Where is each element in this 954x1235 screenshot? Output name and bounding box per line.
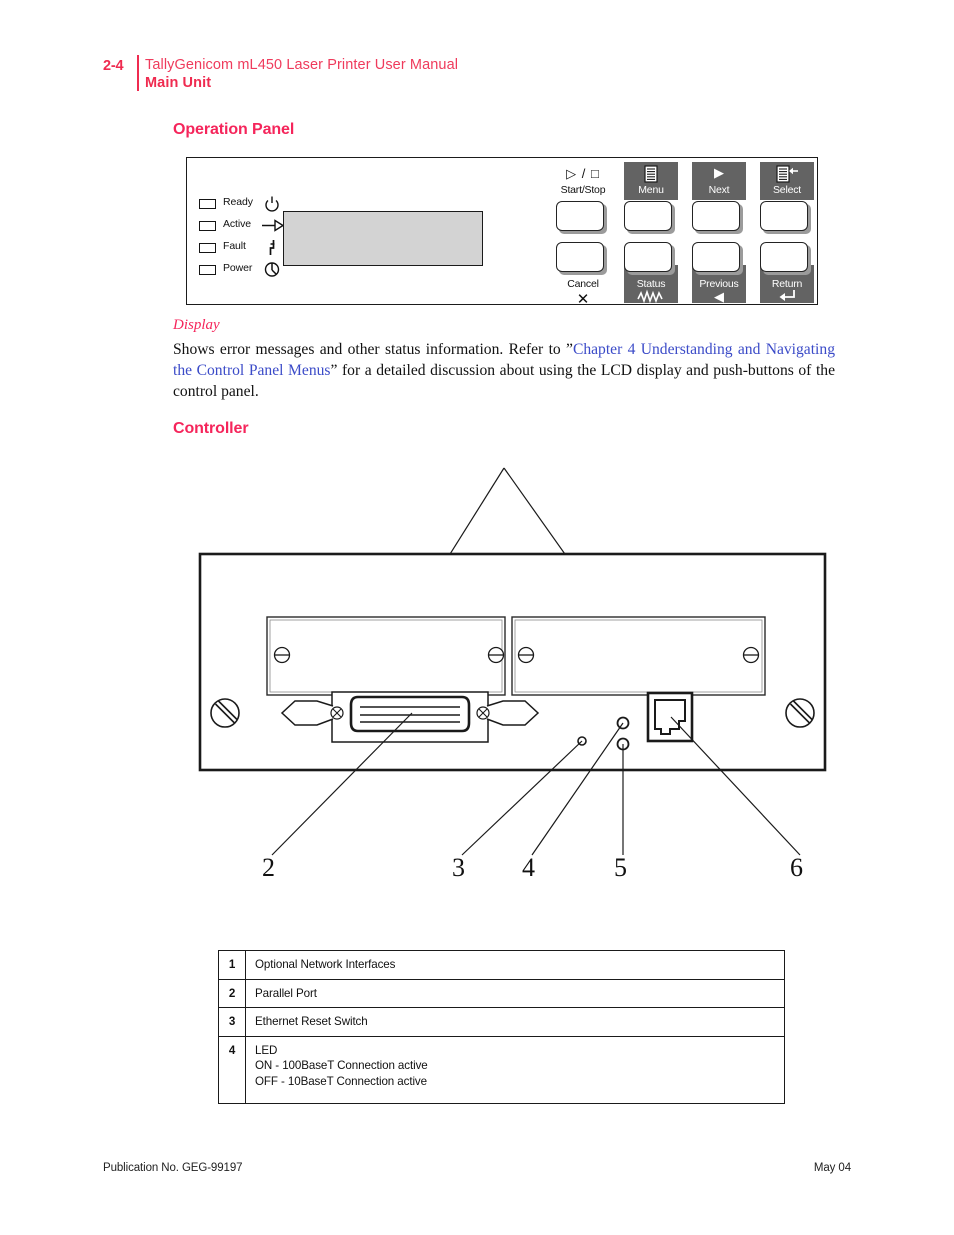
legend-number: 4 — [218, 1035, 246, 1104]
parts-legend-table: 1 Optional Network Interfaces 2 Parallel… — [218, 950, 785, 1104]
key-label-cancel: Cancel — [567, 278, 599, 290]
key-column-3: ▶ Next Previous ◀ — [692, 162, 746, 304]
table-row: 4 LED ON - 100BaseT Connection active OF… — [218, 1035, 785, 1104]
paragraph-text-lead: Shows error messages and other status in… — [173, 341, 573, 358]
key-button-status[interactable] — [624, 242, 672, 272]
led-label: Active — [223, 218, 251, 230]
menu-list-icon — [624, 165, 678, 185]
legend-description: Optional Network Interfaces — [245, 950, 785, 980]
play-stop-glyph: ▷ / □ — [566, 166, 600, 181]
led-lamp-box — [199, 265, 216, 275]
play-stop-icon: ▷ / □ — [556, 165, 610, 185]
key-label-next: Next — [708, 184, 730, 196]
network-interface-slot-right — [511, 616, 766, 696]
key-button-start-stop[interactable] — [556, 201, 604, 231]
thumbscrew-right — [785, 698, 815, 728]
key-label-select: Select — [773, 184, 801, 196]
table-row: 1 Optional Network Interfaces — [218, 950, 785, 980]
manual-title: TallyGenicom mL450 Laser Printer User Ma… — [145, 57, 459, 73]
operation-panel-figure: Ready Active Fault Power ▷ / □ Start/Sto… — [186, 157, 818, 308]
table-row: 3 Ethernet Reset Switch — [218, 1007, 785, 1037]
display-description-paragraph: Shows error messages and other status in… — [173, 339, 835, 402]
waveform-icon — [624, 289, 678, 309]
legend-description: LED ON - 100BaseT Connection active OFF … — [245, 1035, 785, 1104]
cross-icon: ✕ — [556, 290, 610, 310]
key-column-1: ▷ / □ Start/Stop Cancel ✕ — [556, 162, 610, 308]
callout-number-6: 6 — [790, 853, 803, 882]
thumbscrew-left — [210, 698, 240, 728]
manual-subtitle: Main Unit — [145, 75, 212, 91]
legend-number: 1 — [218, 950, 246, 980]
play-right-glyph: ▶ — [714, 165, 724, 180]
header-divider-rule — [137, 55, 139, 91]
key-label-menu: Menu — [638, 184, 664, 196]
key-label-start-stop: Start/Stop — [560, 184, 606, 196]
led-lamp-box — [199, 221, 216, 231]
page-number: 2-4 — [103, 58, 124, 74]
legend-number: 3 — [218, 1007, 246, 1037]
page-header: 2-4 TallyGenicom mL450 Laser Printer Use… — [103, 55, 863, 99]
enter-arrow-icon — [760, 288, 814, 308]
network-interface-slot-left — [266, 616, 506, 696]
section-heading-operation-panel: Operation Panel — [173, 121, 295, 138]
callout-number-2: 2 — [262, 853, 275, 882]
table-row: 2 Parallel Port — [218, 978, 785, 1008]
callout-number-3: 3 — [452, 853, 465, 882]
led-label: Fault — [223, 240, 246, 252]
select-list-arrow-icon — [760, 165, 814, 185]
section-heading-controller: Controller — [173, 420, 249, 437]
callout-number-4: 4 — [522, 853, 535, 882]
controller-figure: 2 3 4 5 6 — [190, 455, 835, 910]
control-button-cluster: ▷ / □ Start/Stop Cancel ✕ Menu Status ▶ … — [556, 162, 814, 308]
footer-publication-number: Publication No. GEG-99197 — [103, 1162, 243, 1174]
play-left-glyph: ◀ — [714, 289, 724, 304]
key-button-cancel[interactable] — [556, 242, 604, 272]
footer-date: May 04 — [813, 1162, 851, 1174]
callout-number-5: 5 — [614, 853, 627, 882]
key-button-menu[interactable] — [624, 201, 672, 231]
led-lamp-box — [199, 243, 216, 253]
key-button-previous[interactable] — [692, 242, 740, 272]
key-button-return[interactable] — [760, 242, 808, 272]
led-label: Power — [223, 262, 253, 274]
legend-number: 2 — [218, 978, 246, 1008]
key-column-2: Menu Status — [624, 162, 678, 304]
key-column-4: Select Return — [760, 162, 814, 303]
play-right-icon: ▶ — [692, 164, 746, 184]
legend-description: Parallel Port — [245, 978, 785, 1008]
rj45-ethernet-jack — [646, 691, 694, 743]
led-label: Ready — [223, 196, 253, 208]
subsection-heading-display: Display — [173, 317, 220, 333]
cross-glyph: ✕ — [576, 291, 590, 308]
led-lamp-box — [199, 199, 216, 209]
legend-description: Ethernet Reset Switch — [245, 1007, 785, 1037]
key-button-next[interactable] — [692, 201, 740, 231]
key-button-select[interactable] — [760, 201, 808, 231]
lcd-display — [283, 211, 483, 266]
play-left-icon: ◀ — [692, 288, 746, 308]
